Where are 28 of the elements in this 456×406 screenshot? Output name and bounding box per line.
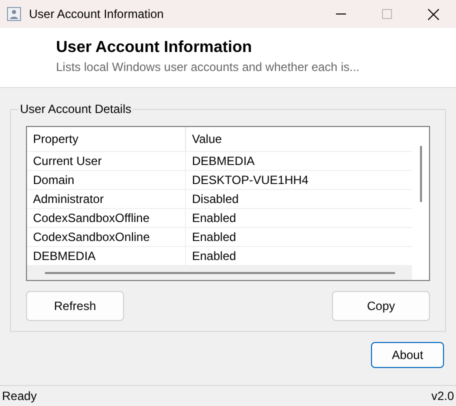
- refresh-button[interactable]: Refresh: [26, 291, 124, 321]
- table-cell: CodexSandboxOffline: [27, 209, 186, 227]
- table-cell-text: DESKTOP-VUE1HH4: [191, 172, 310, 189]
- account-list[interactable]: Property Value Current User DEBMEDIA Domain DESKTOP-VUE1HH4 Administrator Disabled CodexSandboxOffline Enabled CodexSandboxOnline Enabled DEBMEDIA Enabled: [26, 126, 430, 281]
- table-cell-text: Enabled: [191, 210, 238, 227]
- header-title: User Account Information: [56, 39, 253, 57]
- table-cell: CodexSandboxOnline: [27, 228, 186, 246]
- column-header[interactable]: Property: [27, 127, 186, 151]
- status-text: Ready: [2, 389, 37, 403]
- header-subtitle: Lists local Windows user accounts and whether each is...: [56, 60, 360, 74]
- table-cell: Current User: [27, 152, 186, 170]
- about-button[interactable]: About: [371, 342, 444, 368]
- copy-button[interactable]: Copy: [332, 291, 430, 321]
- window-title: User Account Information: [29, 7, 165, 21]
- table-cell: Administrator: [27, 190, 186, 208]
- table-cell-text: DEBMEDIA: [191, 153, 256, 170]
- close-icon[interactable]: [428, 8, 438, 20]
- group-title: User Account Details: [18, 102, 134, 116]
- scrollbar-thumb[interactable]: [45, 272, 395, 274]
- app-icon: [7, 7, 21, 21]
- column-header[interactable]: Value: [186, 127, 412, 151]
- table-cell: Domain: [27, 171, 186, 189]
- scrollbar-thumb[interactable]: [420, 146, 422, 202]
- table-cell-text: Enabled: [191, 229, 238, 246]
- table-cell-text: Enabled: [191, 248, 238, 265]
- version-text: v2.0: [431, 389, 454, 403]
- table-cell: DEBMEDIA: [27, 247, 186, 265]
- table-cell-text: Disabled: [191, 191, 240, 208]
